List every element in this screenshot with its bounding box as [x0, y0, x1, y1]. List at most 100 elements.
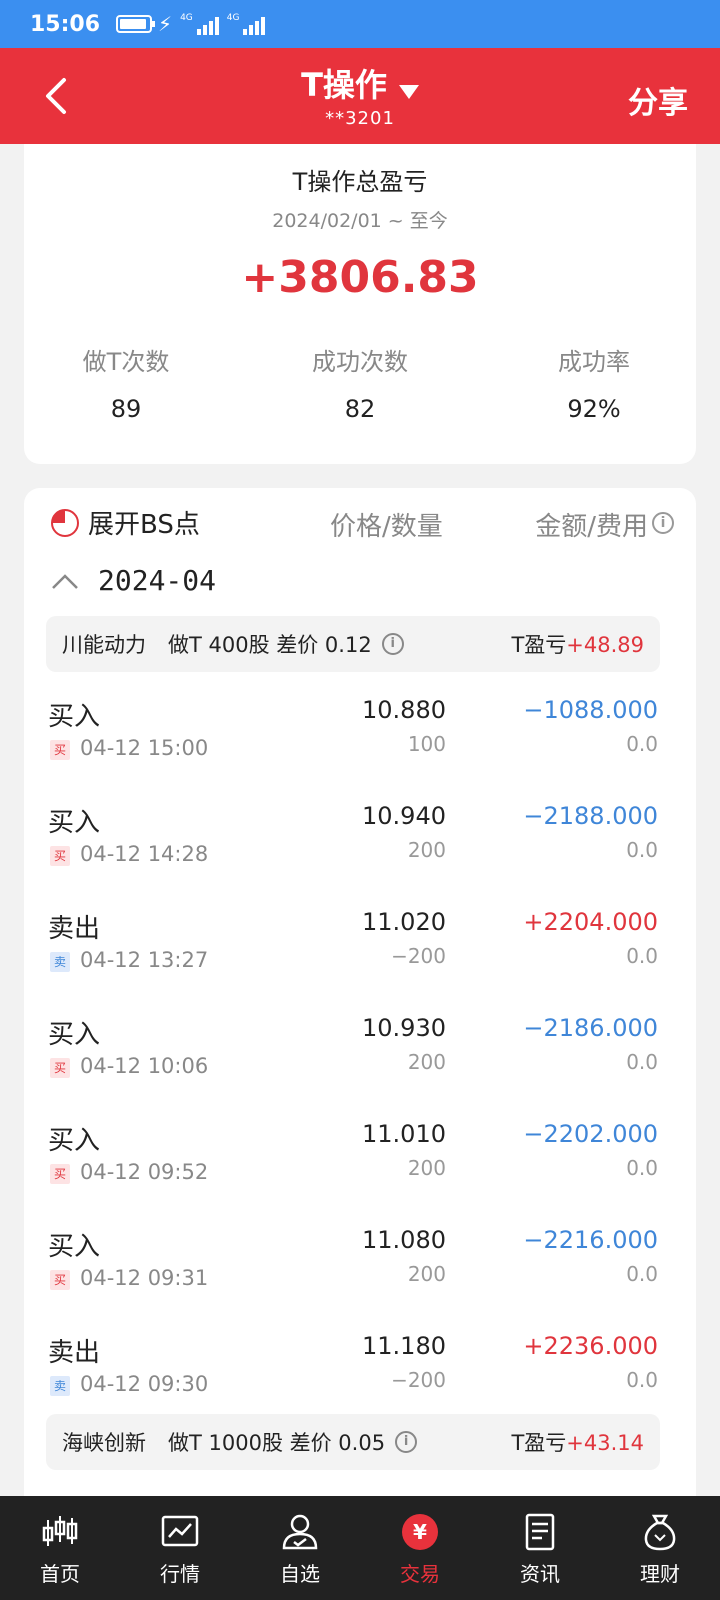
stat-t-count: 做T次数 89: [14, 342, 238, 423]
nav-wealth[interactable]: 理财: [600, 1496, 720, 1600]
account-number: **3201: [325, 108, 395, 129]
info-icon[interactable]: i: [652, 512, 674, 534]
battery-icon: [116, 15, 156, 33]
candlestick-icon: [42, 1516, 78, 1546]
trade-side: 买入: [48, 1020, 101, 1050]
trade-row[interactable]: 买入 买 04-12 09:31 11.080 200 −2216.000 0.…: [24, 1226, 696, 1332]
trade-amount: −1088.000: [523, 696, 658, 724]
trade-qty: 200: [407, 838, 446, 862]
trade-time: 04-12 09:30: [80, 1372, 209, 1396]
expand-bs-toggle[interactable]: 展开BS点: [50, 504, 200, 541]
page-title: T操作: [301, 66, 387, 104]
status-bar: 15:06 ⚡ 4G 4G: [0, 0, 720, 48]
trade-price: 10.930: [362, 1014, 446, 1042]
buy-tag-icon: 买: [50, 846, 70, 866]
document-icon: [525, 1513, 555, 1551]
nav-label: 交易: [400, 1562, 440, 1586]
network-type-label: 4G: [180, 13, 193, 23]
buy-tag-icon: 买: [50, 1164, 70, 1184]
pie-chart-icon: [51, 508, 79, 537]
svg-text:¥: ¥: [413, 1520, 427, 1544]
share-button[interactable]: 分享: [628, 78, 688, 122]
trade-price: 10.940: [362, 802, 446, 830]
network-type-label-2: 4G: [226, 13, 240, 23]
info-icon[interactable]: i: [395, 1431, 418, 1453]
yen-icon: ¥: [402, 1514, 438, 1550]
t-profit: T盈亏+43.14: [511, 1427, 644, 1457]
trade-fee: 0.0: [626, 838, 658, 862]
trade-time: 04-12 15:00: [80, 736, 209, 760]
signal-icon: 4G: [180, 13, 219, 35]
sell-tag-icon: 卖: [50, 952, 70, 972]
trade-qty: 200: [407, 1262, 446, 1286]
stock-t-info: 做T 400股 差价 0.12: [168, 633, 372, 657]
trade-fee: 0.0: [626, 944, 658, 968]
trade-price: 11.080: [362, 1226, 446, 1254]
trade-time: 04-12 13:27: [80, 948, 209, 972]
nav-label: 资讯: [520, 1562, 560, 1586]
trade-price: 10.880: [362, 696, 446, 724]
detail-header: 展开BS点 价格/数量 金额/费用 i: [24, 502, 696, 542]
app-header: T操作 **3201 分享: [0, 48, 720, 144]
t-profit-label: T盈亏: [511, 633, 567, 657]
t-profit-value: +48.89: [566, 633, 644, 657]
trade-fee: 0.0: [626, 1050, 658, 1074]
nav-trade[interactable]: ¥ 交易: [360, 1496, 480, 1600]
stat-success-count: 成功次数 82: [248, 342, 472, 423]
charging-icon: ⚡: [158, 12, 173, 36]
trade-price: 11.020: [362, 908, 446, 936]
trade-qty: −200: [391, 944, 446, 968]
trade-side: 买入: [48, 1126, 101, 1156]
nav-news[interactable]: 资讯: [480, 1496, 600, 1600]
title-dropdown[interactable]: T操作 **3201: [0, 60, 720, 129]
trade-time: 04-12 10:06: [80, 1054, 209, 1078]
nav-watchlist[interactable]: 自选: [240, 1496, 360, 1600]
trade-row[interactable]: 买入 买 04-12 14:28 10.940 200 −2188.000 0.…: [24, 802, 696, 908]
nav-label: 首页: [40, 1562, 80, 1586]
trade-time: 04-12 14:28: [80, 842, 209, 866]
nav-label: 行情: [160, 1562, 200, 1586]
trade-row[interactable]: 卖出 卖 04-12 13:27 11.020 −200 +2204.000 0…: [24, 908, 696, 1014]
nav-label: 理财: [640, 1562, 680, 1586]
buy-tag-icon: 买: [50, 1058, 70, 1078]
trade-time: 04-12 09:52: [80, 1160, 209, 1184]
bottom-nav: 首页 行情 自选 ¥ 交易 资讯 理财: [0, 1496, 720, 1600]
trade-row[interactable]: 买入 买 04-12 09:52 11.010 200 −2202.000 0.…: [24, 1120, 696, 1226]
month-label: 2024-04: [98, 564, 217, 597]
chevron-up-icon: [52, 573, 78, 589]
sell-tag-icon: 卖: [50, 1376, 70, 1396]
trade-side: 卖出: [48, 1338, 101, 1368]
nav-market[interactable]: 行情: [120, 1496, 240, 1600]
trade-side: 买入: [48, 1232, 101, 1262]
trade-side: 卖出: [48, 914, 101, 944]
status-time: 15:06: [30, 11, 101, 37]
trade-side: 买入: [48, 702, 101, 732]
stock-summary-bar[interactable]: 海峡创新 做T 1000股 差价 0.05 i T盈亏+43.14: [46, 1414, 660, 1470]
trade-fee: 0.0: [626, 1262, 658, 1286]
person-check-icon: [282, 1514, 318, 1550]
buy-tag-icon: 买: [50, 1270, 70, 1290]
trade-qty: 200: [407, 1050, 446, 1074]
trade-row[interactable]: 买入 买 04-12 15:00 10.880 100 −1088.000 0.…: [24, 696, 696, 802]
expand-bs-label: 展开BS点: [88, 510, 200, 540]
trade-fee: 0.0: [626, 732, 658, 756]
trade-fee: 0.0: [626, 1368, 658, 1392]
trade-amount: −2188.000: [523, 802, 658, 830]
nav-home[interactable]: 首页: [0, 1496, 120, 1600]
stock-summary-bar[interactable]: 川能动力 做T 400股 差价 0.12 i T盈亏+48.89: [46, 616, 660, 672]
summary-title: T操作总盈亏: [292, 168, 428, 196]
stat-value: 82: [344, 395, 376, 423]
trade-qty: 100: [407, 732, 446, 756]
info-icon[interactable]: i: [381, 633, 404, 655]
t-profit-label: T盈亏: [511, 1431, 567, 1455]
month-group-header[interactable]: 2024-04: [50, 564, 216, 597]
nav-label: 自选: [280, 1562, 320, 1586]
trade-amount: +2236.000: [523, 1332, 658, 1360]
stat-label: 成功率: [558, 348, 630, 376]
buy-tag-icon: 买: [50, 740, 70, 760]
stat-label: 做T次数: [82, 348, 170, 376]
date-range: 2024/02/01 ~ 至今: [272, 210, 448, 232]
signal-icon-2: 4G: [227, 13, 266, 35]
stat-value: 92%: [567, 395, 621, 423]
trade-row[interactable]: 买入 买 04-12 10:06 10.930 200 −2186.000 0.…: [24, 1014, 696, 1120]
